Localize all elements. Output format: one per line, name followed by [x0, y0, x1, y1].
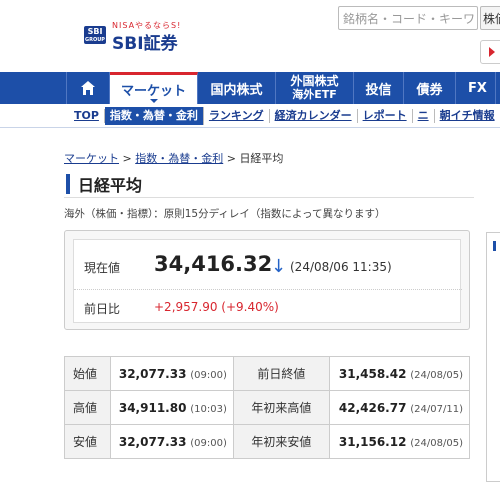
stat-value: 31,458.42 (24/08/05) [328, 356, 471, 391]
down-arrow-icon: ↓ [271, 256, 287, 277]
nav-market[interactable]: マーケット [110, 72, 198, 104]
stat-value: 34,911.80 (10:03) [110, 390, 234, 425]
current-price-value: 34,416.32 [154, 252, 273, 276]
search-submit-button[interactable] [480, 40, 500, 64]
side-panel [486, 232, 500, 482]
main-nav: マーケット 国内株式 外国株式 海外ETF 投信 債券 FX [0, 72, 500, 104]
stat-number: 31,458.42 [338, 366, 407, 381]
delay-note: 海外（株価・指標）：原則15分ディレイ（指数によって異なります） [64, 208, 386, 220]
subnav-top[interactable]: TOP [74, 108, 105, 123]
nav-investment-trust[interactable]: 投信 [354, 72, 404, 104]
breadcrumb-market[interactable]: マーケット [64, 152, 119, 165]
subnav-index-fx-rates[interactable]: 指数・為替・金利 [104, 106, 204, 125]
site-header: SBI GROUP NISAやるならS! SBI証券 銘柄名・コード・キーワ 株… [0, 0, 500, 72]
nav-foreign-line1: 外国株式 [290, 74, 339, 88]
stat-label: 年初来高値 [232, 390, 330, 425]
page-title-bar: 日経平均 [64, 170, 474, 198]
nav-fx[interactable]: FX [456, 72, 496, 104]
subnav-news[interactable]: ニ [413, 108, 435, 123]
breadcrumb: マーケット > 指数・為替・金利 > 日経平均 [64, 150, 283, 166]
stat-value: 32,077.33 (09:00) [110, 356, 234, 391]
home-icon [81, 81, 95, 95]
sub-nav: TOP 指数・為替・金利 ランキング 経済カレンダー レポート ニ 朝イチ情報 … [0, 104, 500, 128]
logo-text: SBI証券 [112, 34, 178, 54]
sbi-group-badge: SBI GROUP [84, 26, 106, 44]
badge-text: SBI [87, 27, 103, 36]
stat-number: 34,911.80 [118, 400, 187, 415]
subnav-report[interactable]: レポート [358, 108, 413, 123]
stats-table: 始値 32,077.33 (09:00) 前日終値 31,458.42 (24/… [64, 356, 471, 459]
stat-number: 31,156.12 [338, 434, 407, 449]
stat-label: 安値 [64, 424, 111, 459]
table-row: 高値 34,911.80 (10:03) 年初来高値 42,426.77 (24… [64, 390, 471, 425]
stat-time: (09:00) [190, 369, 227, 381]
nav-domestic-stocks[interactable]: 国内株式 [198, 72, 276, 104]
breadcrumb-index[interactable]: 指数・為替・金利 [135, 152, 223, 165]
stat-time: (09:00) [190, 437, 227, 449]
breadcrumb-sep: > [119, 152, 136, 165]
stat-label: 前日終値 [232, 356, 330, 391]
stat-value: 31,156.12 (24/08/05) [328, 424, 471, 459]
play-arrow-icon [489, 47, 495, 57]
price-inner: 現在値 34,416.32 ↓ (24/08/06 11:35) 前日比 +2,… [73, 239, 462, 323]
stat-time: (10:03) [190, 403, 227, 415]
search-type-select[interactable]: 株価 [480, 6, 500, 30]
stat-date: (24/07/11) [410, 403, 463, 415]
change-value: +2,957.90 (+9.40%) [154, 300, 279, 314]
table-row: 安値 32,077.33 (09:00) 年初来安値 31,156.12 (24… [64, 424, 471, 459]
nav-bonds[interactable]: 債券 [404, 72, 456, 104]
stat-label: 年初来安値 [232, 424, 330, 459]
subnav-morning-info[interactable]: 朝イチ情報 [435, 108, 500, 123]
stat-value: 32,077.33 (09:00) [110, 424, 234, 459]
badge-subtext: GROUP [85, 37, 105, 43]
change-label: 前日比 [84, 302, 121, 316]
table-row: 始値 32,077.33 (09:00) 前日終値 31,458.42 (24/… [64, 356, 471, 391]
stat-date: (24/08/05) [410, 369, 463, 381]
breadcrumb-sep: > [223, 152, 240, 165]
stat-label: 高値 [64, 390, 111, 425]
page-title: 日経平均 [78, 176, 143, 195]
title-accent [66, 174, 70, 194]
current-price-row: 現在値 34,416.32 ↓ (24/08/06 11:35) [74, 240, 462, 290]
nav-home[interactable] [66, 72, 110, 104]
nav-foreign-line2: 海外ETF [292, 88, 337, 101]
stat-label: 始値 [64, 356, 111, 391]
sbi-logo[interactable]: SBI GROUP NISAやるならS! SBI証券 [84, 20, 194, 54]
stat-number: 32,077.33 [118, 434, 187, 449]
stat-date: (24/08/05) [410, 437, 463, 449]
price-panel: 現在値 34,416.32 ↓ (24/08/06 11:35) 前日比 +2,… [64, 230, 470, 330]
stat-value: 42,426.77 (24/07/11) [328, 390, 471, 425]
stat-number: 42,426.77 [338, 400, 407, 415]
subnav-ranking[interactable]: ランキング [204, 108, 270, 123]
stat-number: 32,077.33 [118, 366, 187, 381]
subnav-economic-calendar[interactable]: 経済カレンダー [270, 108, 358, 123]
search-input[interactable]: 銘柄名・コード・キーワ [338, 6, 478, 30]
side-panel-accent [493, 241, 496, 251]
current-price-label: 現在値 [84, 261, 121, 275]
nav-foreign-stocks[interactable]: 外国株式 海外ETF [276, 72, 354, 104]
breadcrumb-current: 日経平均 [239, 152, 284, 165]
price-timestamp: (24/08/06 11:35) [290, 260, 392, 274]
